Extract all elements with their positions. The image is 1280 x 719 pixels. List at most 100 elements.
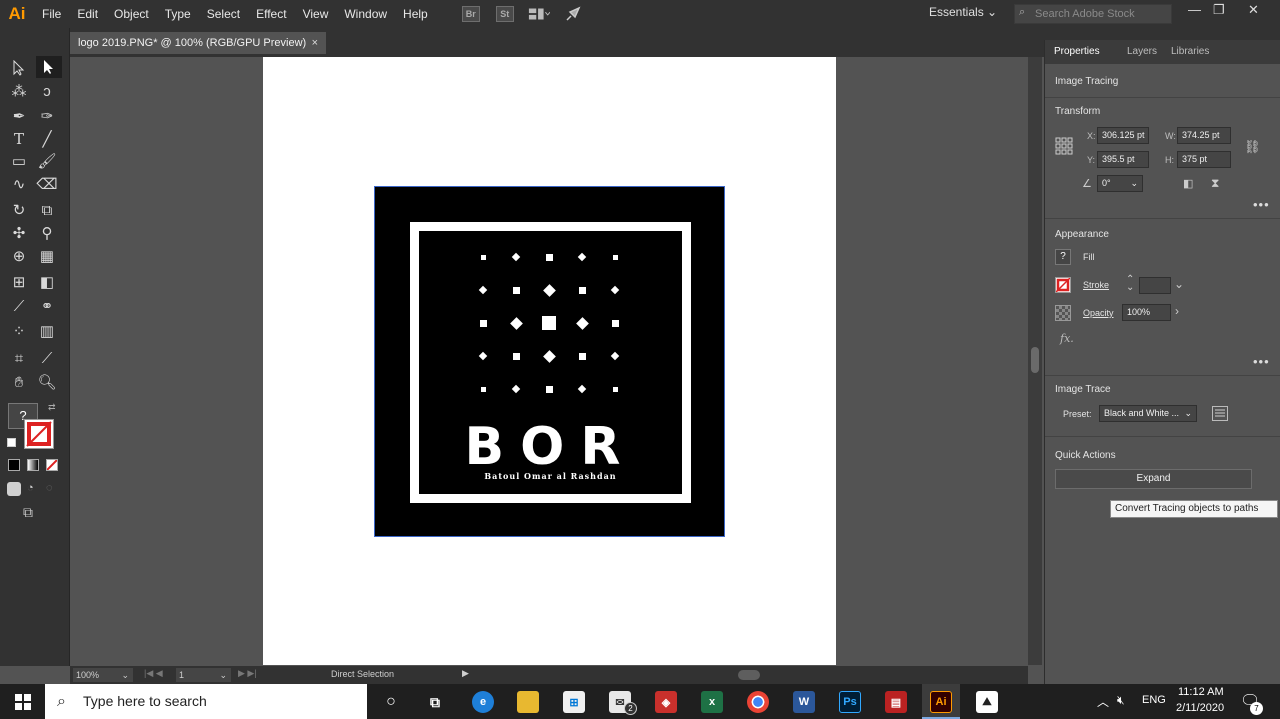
sketchup-app[interactable]: ◈ [655, 691, 677, 713]
word-app[interactable]: W [793, 691, 815, 713]
preset-dropdown[interactable]: Black and White ... ⌄ [1099, 405, 1197, 422]
column-graph-tool[interactable]: ▥ [36, 321, 58, 341]
curvature-tool[interactable]: ✑ [36, 106, 58, 126]
direct-selection-tool[interactable] [36, 56, 62, 78]
document-tab[interactable]: logo 2019.PNG* @ 100% (RGB/GPU Preview) … [70, 32, 326, 54]
effects-button[interactable]: fx. [1060, 332, 1074, 345]
stroke-stepper-icon[interactable]: ⌃ ⌄ [1126, 275, 1134, 293]
status-menu-arrow[interactable]: ▶ [462, 668, 469, 679]
stroke-swatch[interactable] [24, 419, 54, 449]
swap-colors-icon[interactable]: ⇄ [48, 402, 56, 413]
draw-behind-button[interactable]: ◔ [27, 482, 41, 496]
traced-logo-image[interactable]: BOR Batoul Omar al Rashdan [374, 186, 725, 537]
clock-time[interactable]: 11:12 AM [1178, 686, 1224, 698]
file-explorer-app[interactable] [517, 691, 539, 713]
y-field[interactable]: 395.5 pt [1097, 151, 1149, 168]
lasso-tool[interactable]: ↄ [36, 81, 58, 101]
horizontal-scroll-thumb[interactable] [738, 670, 760, 680]
chrome-app[interactable] [747, 691, 769, 713]
tab-properties[interactable]: Properties [1054, 46, 1100, 57]
hand-tool[interactable]: ✋︎ [8, 372, 30, 392]
scale-tool[interactable]: ⧉ [36, 200, 58, 220]
pen-tool[interactable]: ✒ [8, 106, 30, 126]
flip-vertical-button[interactable]: ⧗ [1211, 176, 1219, 191]
height-field[interactable]: 375 pt [1177, 151, 1231, 168]
arrange-documents-button[interactable] [528, 5, 550, 23]
menu-view[interactable]: View [295, 0, 337, 28]
rectangle-tool[interactable]: ▭ [8, 151, 30, 171]
photoshop-app[interactable]: Ps [839, 691, 861, 713]
language-indicator[interactable]: ENG [1142, 694, 1166, 706]
magic-wand-tool[interactable]: ⁂ [8, 81, 30, 101]
artboard-tool[interactable]: ⌗ [8, 348, 30, 368]
tab-layers[interactable]: Layers [1127, 46, 1157, 57]
symbol-sprayer-tool[interactable]: ⁘ [8, 321, 30, 341]
puppet-warp-tool[interactable]: ✣ [8, 223, 30, 243]
gradient-tool[interactable]: ◧ [36, 272, 58, 292]
clock-date[interactable]: 2/11/2020 [1176, 702, 1224, 714]
fill-swatch[interactable]: ? [1055, 249, 1071, 265]
vertical-scrollbar[interactable] [1028, 57, 1042, 665]
excel-app[interactable]: x [701, 691, 723, 713]
artboard[interactable]: BOR Batoul Omar al Rashdan [263, 57, 836, 665]
transform-more-options-button[interactable]: ••• [1253, 197, 1270, 212]
start-button[interactable] [0, 684, 45, 719]
stroke-swatch[interactable] [1055, 277, 1071, 293]
volume-muted-icon[interactable]: 🔇︎ [1117, 693, 1125, 708]
task-view-button[interactable]: ⧉ [424, 691, 446, 713]
blend-tool[interactable]: ⚭ [36, 296, 58, 316]
pdf-app[interactable]: ▤ [885, 691, 907, 713]
menu-object[interactable]: Object [106, 0, 157, 28]
chevron-down-icon[interactable]: ⌄ [1174, 277, 1184, 291]
menu-effect[interactable]: Effect [248, 0, 294, 28]
bridge-button[interactable]: Br [460, 5, 482, 23]
illustrator-app-active[interactable]: Ai [922, 684, 960, 719]
constrain-proportions-icon[interactable]: ⛓︎ [1244, 139, 1261, 155]
shape-builder-tool[interactable]: ⊕ [8, 246, 30, 266]
x-field[interactable]: 306.125 pt [1097, 127, 1149, 144]
none-mode-button[interactable] [46, 459, 58, 471]
menu-window[interactable]: Window [336, 0, 395, 28]
mesh-tool[interactable]: ⊞ [8, 272, 30, 292]
perspective-grid-tool[interactable]: ▦ [36, 246, 58, 266]
menu-help[interactable]: Help [395, 0, 436, 28]
selection-tool[interactable] [8, 58, 30, 78]
minimize-button[interactable]: — [1188, 2, 1201, 17]
slice-tool[interactable]: ⟋ [36, 348, 58, 368]
appearance-more-options-button[interactable]: ••• [1253, 354, 1270, 369]
shaper-tool[interactable]: ∿ [8, 174, 30, 194]
width-field[interactable]: 374.25 pt [1177, 127, 1231, 144]
menu-edit[interactable]: Edit [69, 0, 106, 28]
menu-select[interactable]: Select [199, 0, 248, 28]
color-mode-button[interactable] [8, 459, 20, 471]
menu-type[interactable]: Type [157, 0, 199, 28]
rotate-tool[interactable]: ↻ [8, 200, 30, 220]
draw-inside-button[interactable]: ◌ [46, 482, 60, 496]
zoom-tool[interactable]: 🔍︎ [36, 372, 58, 392]
draw-normal-button[interactable] [7, 482, 21, 496]
cortana-button[interactable]: ○ [380, 691, 402, 713]
expand-button[interactable]: Expand [1055, 469, 1252, 489]
gpu-performance-button[interactable] [562, 5, 584, 23]
search-stock-input[interactable]: Search Adobe Stock [1014, 4, 1172, 24]
restore-button[interactable]: ❐ [1213, 2, 1225, 18]
paintbrush-tool[interactable]: 🖌︎ [36, 151, 58, 171]
gradient-mode-button[interactable] [27, 459, 39, 471]
free-transform-tool[interactable]: ⚲ [36, 223, 58, 243]
taskbar-search-input[interactable]: ⌕ Type here to search [45, 684, 367, 719]
rotate-angle-field[interactable]: 0° ⌄ [1097, 175, 1143, 192]
canvas[interactable]: BOR Batoul Omar al Rashdan [70, 57, 1028, 665]
last-artboard-button[interactable]: ▶ ▶| [238, 668, 257, 679]
default-colors-icon[interactable] [7, 438, 16, 447]
tab-libraries[interactable]: Libraries [1171, 46, 1209, 57]
eyedropper-tool[interactable]: ⟋ [8, 296, 30, 316]
close-window-button[interactable]: ✕ [1248, 2, 1259, 18]
photos-app[interactable]: ⛰ [976, 691, 998, 713]
flip-horizontal-button[interactable]: ◧ [1183, 177, 1193, 190]
stock-button[interactable]: St [494, 5, 516, 23]
image-trace-panel-button[interactable] [1212, 406, 1228, 421]
chevron-up-icon[interactable]: ︿ [1097, 693, 1109, 710]
opacity-label[interactable]: Opacity [1083, 308, 1114, 318]
edge-app[interactable]: e [472, 691, 494, 713]
close-tab-button[interactable]: × [312, 32, 318, 54]
